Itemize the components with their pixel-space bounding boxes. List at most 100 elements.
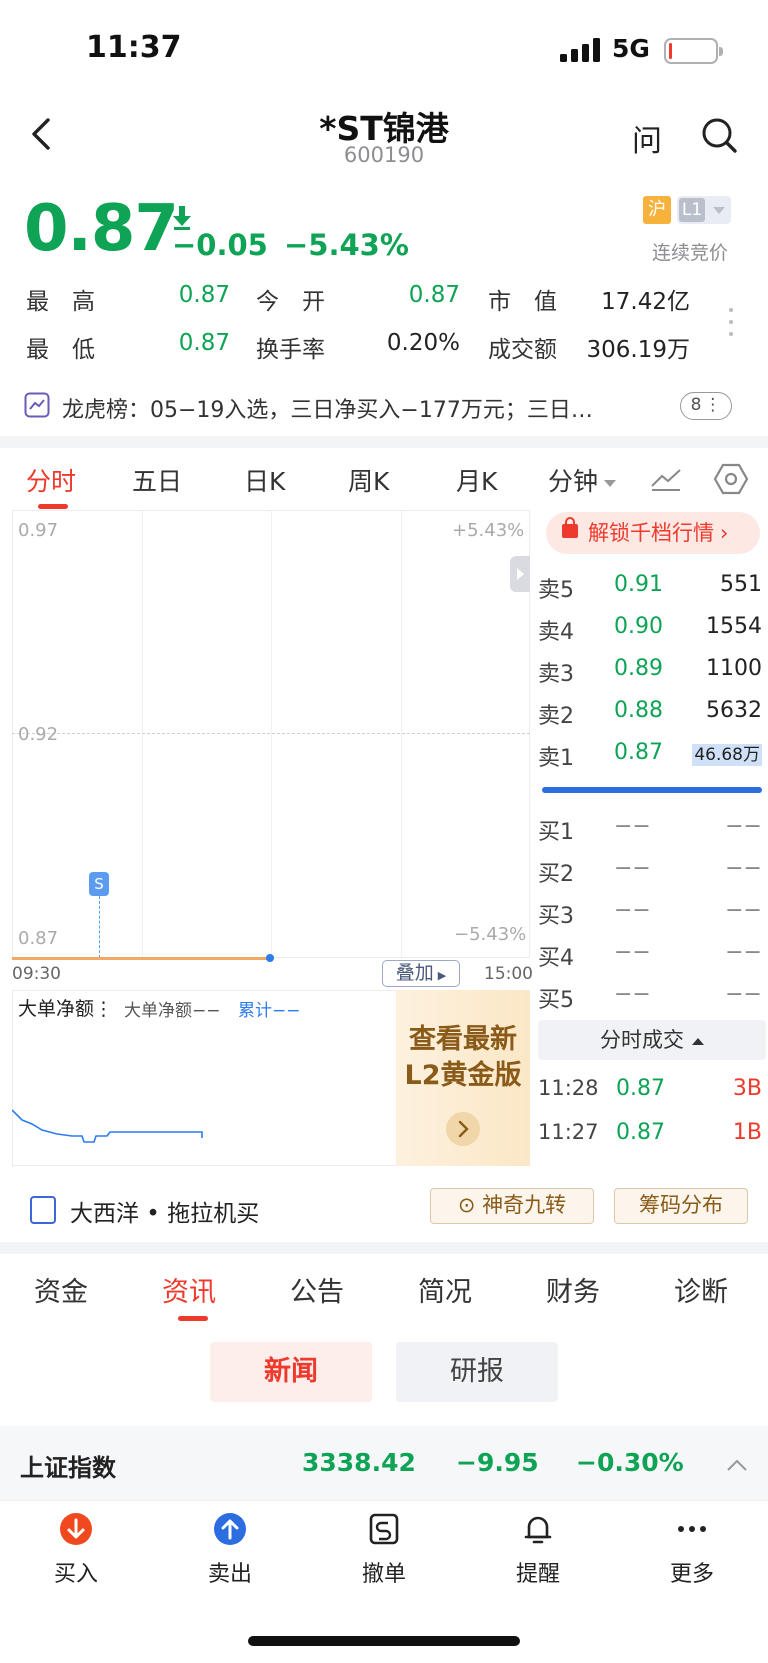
ask-price[interactable]: 0.88 [614,698,663,723]
bid-price[interactable]: −− [614,982,651,1007]
bell-icon [524,1516,552,1544]
tab-five-day[interactable]: 五日 [132,462,182,498]
signal-guide-line [99,896,100,958]
tick-trades-label: 分时成交 [600,1028,684,1052]
ask-button[interactable]: 问 [632,116,662,160]
stat-label-low: 最 低 [26,337,95,363]
stat-value-turnover: 0.20% [386,330,460,356]
overlay-button[interactable]: 叠加 ▶ [382,960,460,987]
level-badge: L1 [679,198,705,222]
stat-label-high: 最 高 [26,289,95,315]
grid-line [142,511,143,957]
alert-label: 提醒 [515,1562,560,1587]
tab-finance[interactable]: 财务 [546,1270,600,1309]
tab-weekly-k[interactable]: 周K [348,462,389,498]
tab-minute[interactable]: 分钟 [548,462,617,498]
drawing-icon[interactable] [650,466,682,492]
ask-price[interactable]: 0.87 [614,740,663,765]
sell-signal-marker[interactable]: S [89,872,109,896]
strategy-text[interactable]: 大西洋 • 拖拉机买 [70,1194,259,1228]
big-order-cumulative: 累计−− [238,1001,301,1021]
sell-arrow-icon [214,1513,246,1545]
chart-bottom-edge [0,1170,768,1172]
pill-research[interactable]: 研报 [396,1342,558,1402]
change-percent: −5.43% [283,228,409,262]
more-label: 更多 [669,1562,714,1587]
bid-volume: −− [725,898,762,923]
unlock-label: 解锁千档行情 [588,521,714,545]
caret-up-icon [692,1037,704,1045]
unlock-depth-button[interactable]: 解锁千档行情 › [546,512,760,554]
expand-handle[interactable] [510,556,530,592]
chip-distribution-button[interactable]: 筹码分布 [614,1188,748,1224]
stat-label-amount: 成交额 [488,337,557,363]
home-indicator[interactable] [248,1636,520,1646]
chevron-up-icon[interactable] [726,1458,748,1472]
buy-button[interactable]: 买入 [16,1512,136,1588]
tab-daily-k[interactable]: 日K [244,462,285,498]
ask-price[interactable]: 0.89 [614,656,663,681]
ask-price[interactable]: 0.91 [614,572,663,597]
stat-value-amount: 306.19万 [586,337,690,363]
chevron-right-icon: › [720,521,729,545]
bid-price[interactable]: −− [614,898,651,923]
dragon-tiger-count[interactable]: 8 ⋮ [680,392,732,420]
tab-news[interactable]: 资讯 [162,1270,216,1309]
tab-underline [178,1316,208,1321]
bid-price[interactable]: −− [614,940,651,965]
more-horizontal-icon [678,1526,706,1532]
settings-icon[interactable] [714,462,748,496]
chevron-right-icon[interactable] [446,1112,480,1146]
ask-volume-highlight: 46.68万 [692,744,762,766]
tick-time: 11:27 [538,1120,599,1144]
status-time: 11:37 [86,30,182,65]
magic-nine-button[interactable]: ⊙ 神奇九转 [430,1188,594,1224]
big-order-title[interactable]: 大单净额⋮ [18,994,113,1021]
bid-volume: −− [725,814,762,839]
exchange-badge: 沪 [643,196,671,224]
tick-volume: 1B [732,1120,762,1145]
bid-price[interactable]: −− [614,856,651,881]
tab-announcements[interactable]: 公告 [290,1270,344,1309]
ask-price[interactable]: 0.90 [614,614,663,639]
tab-profile[interactable]: 简况 [418,1270,472,1309]
sell-label: 卖出 [207,1562,252,1587]
ask-level-label: 卖2 [538,704,574,729]
tick-trades-header[interactable]: 分时成交 [538,1020,766,1060]
stat-value-high: 0.87 [178,282,230,308]
alert-button[interactable]: 提醒 [478,1512,598,1588]
cancel-order-label: 撤单 [361,1562,406,1587]
pill-news[interactable]: 新闻 [210,1342,372,1402]
tick-volume: 3B [732,1076,762,1101]
tab-monthly-k[interactable]: 月K [456,462,497,498]
big-order-line [12,1109,203,1143]
sell-button[interactable]: 卖出 [170,1512,290,1588]
more-button[interactable]: 更多 [632,1512,752,1588]
l2-banner-text: 查看最新 L2黄金版 [396,1022,530,1094]
cancel-order-button[interactable]: 撤单 [324,1512,444,1588]
chart-trend-icon [24,392,50,418]
dragon-tiger-text[interactable]: 龙虎榜：05−19入选，三日净买入−177万元；三日… [62,392,662,424]
bid-price[interactable]: −− [614,814,651,839]
level-selector[interactable]: L1 [677,196,731,224]
ask-volume: 551 [720,572,762,597]
ask-volume: 1554 [706,614,762,639]
more-vertical-icon[interactable] [728,306,734,338]
cancel-order-icon [369,1513,399,1545]
lock-icon [562,517,578,538]
index-change-pct: −0.30% [576,1448,684,1477]
l2-line2: L2黄金版 [404,1060,522,1091]
x-axis-end: 15:00 [484,964,533,984]
bid-volume: −− [725,982,762,1007]
search-icon[interactable] [700,116,738,154]
y-axis-top-pct: +5.43% [452,520,525,541]
signal-icon [560,38,600,62]
stat-value-open: 0.87 [408,282,460,308]
y-axis-bottom-pct: −5.43% [454,924,527,945]
tab-funds[interactable]: 资金 [34,1270,88,1309]
stat-value-cap: 17.42亿 [601,289,690,315]
price-change: −0.05 −5.43% [172,228,409,262]
current-price: 0.87 [24,192,179,266]
tab-diagnosis[interactable]: 诊断 [674,1270,728,1309]
tab-intraday[interactable]: 分时 [26,462,76,498]
